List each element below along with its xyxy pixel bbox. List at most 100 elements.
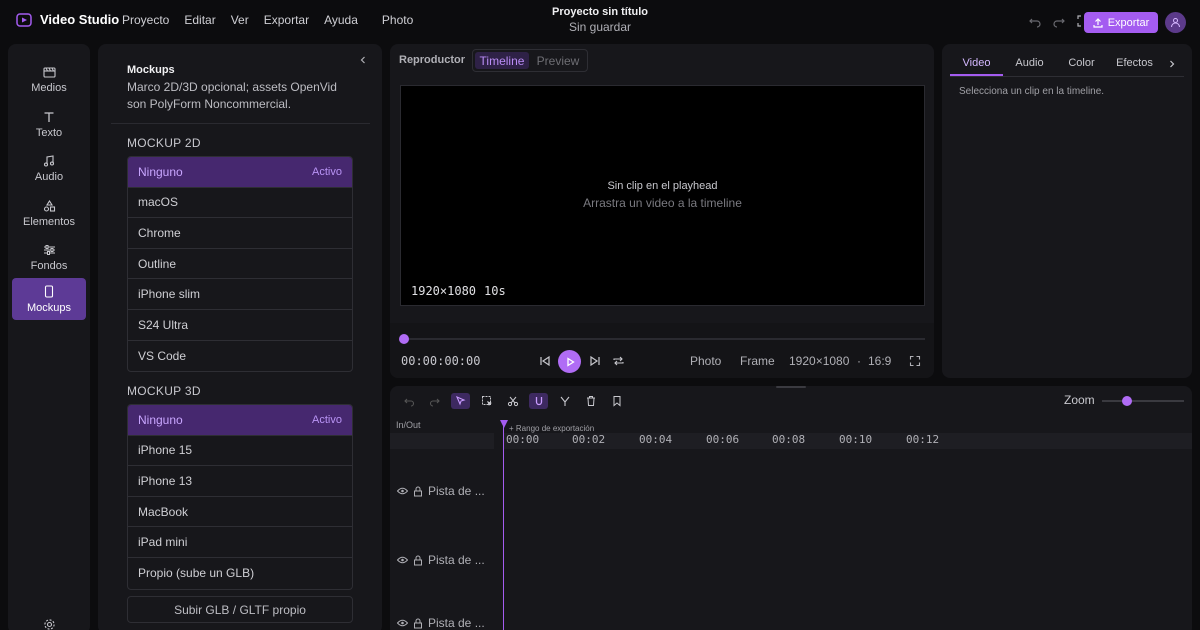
mockup-2d-option[interactable]: iPhone slim [128,279,352,310]
timeline-redo-icon[interactable] [425,393,444,409]
tab-efectos[interactable]: Efectos [1107,51,1162,76]
split-icon[interactable] [555,393,574,409]
separator-dot: · [857,354,861,368]
divider [111,123,370,124]
option-label: Ninguno [138,412,183,427]
play-button[interactable] [558,350,581,373]
scrubber-track[interactable] [404,338,925,340]
sliders-icon [43,244,56,256]
tab-video[interactable]: Video [950,51,1003,76]
photo-button[interactable]: Photo [690,354,721,368]
skip-back-icon[interactable] [539,355,551,367]
zoom-slider-handle[interactable] [1122,396,1132,406]
user-avatar[interactable] [1165,12,1186,33]
output-resolution[interactable]: 1920×1080 [789,354,849,368]
frame-button[interactable]: Frame [740,354,775,368]
mockup-3d-option[interactable]: iPhone 15 [128,436,352,467]
playhead-marker[interactable] [500,420,508,428]
upload-icon [1093,17,1103,28]
top-actions [1028,14,1090,28]
scrubber-handle[interactable] [399,334,409,344]
option-label: Outline [138,256,177,271]
menu-proyecto[interactable]: Proyecto [122,13,169,27]
option-label: iPhone slim [138,287,201,302]
loop-icon[interactable] [612,355,625,367]
mockup-2d-option[interactable]: VS Code [128,341,352,372]
undo-icon[interactable] [1028,14,1042,28]
project-title[interactable]: Proyecto sin título [500,6,700,18]
menu-ver[interactable]: Ver [231,13,249,27]
mockup-2d-option[interactable]: Outline [128,249,352,280]
bookmark-icon[interactable] [607,393,626,409]
lock-icon[interactable] [413,618,423,629]
settings-button[interactable] [12,612,86,630]
lock-icon[interactable] [413,555,423,566]
phone-icon [44,284,54,298]
track-name[interactable]: Pista de ... [428,484,485,498]
menu-editar[interactable]: Editar [184,13,215,27]
zoom-slider-track[interactable] [1102,400,1184,402]
video-canvas[interactable]: Sin clip en el playhead Arrastra un vide… [400,85,925,306]
sidebar-item-label: Texto [35,127,63,139]
ruler-tick: 00:04 [639,433,673,446]
mockup-2d-option[interactable]: Ninguno Activo [128,157,352,188]
menu-exportar[interactable]: Exportar [264,13,309,27]
mockup-2d-option[interactable]: macOS [128,188,352,219]
menu-bar: Proyecto Editar Ver Exportar Ayuda Photo [122,13,428,27]
mockup-3d-option[interactable]: iPad mini [128,527,352,558]
player-label: Reproductor [399,54,465,66]
empty-title: Sin clip en el playhead [607,180,718,192]
range-select-icon[interactable] [477,393,496,409]
tab-color[interactable]: Color [1056,51,1107,76]
eye-icon[interactable] [397,556,408,564]
sidebar-item-medios[interactable]: Medios [12,59,86,101]
menu-ayuda[interactable]: Ayuda [324,13,358,27]
export-label: Exportar [1107,16,1150,29]
export-range-label[interactable]: + Rango de exportación [509,424,594,433]
magnet-icon[interactable] [529,393,548,409]
sidebar-item-fondos[interactable]: Fondos [12,237,86,279]
redo-icon[interactable] [1052,14,1066,28]
playhead[interactable] [503,420,504,630]
sidebar-item-audio[interactable]: Audio [12,148,86,190]
mockup-3d-option[interactable]: iPhone 13 [128,466,352,497]
shapes-icon [43,200,56,212]
skip-forward-icon[interactable] [589,355,601,367]
mockup-2d-option[interactable]: Chrome [128,218,352,249]
active-badge: Activo [312,165,342,178]
lock-icon[interactable] [413,486,423,497]
scissors-icon[interactable] [503,393,522,409]
mockup-3d-option[interactable]: Propio (sube un GLB) [128,558,352,589]
collapse-panel-icon[interactable] [358,54,368,66]
export-button[interactable]: Exportar [1084,12,1158,33]
trash-icon[interactable] [581,393,600,409]
sidebar-item-mockups[interactable]: Mockups [12,278,86,320]
select-tool-icon[interactable] [451,393,470,409]
option-label: macOS [138,195,179,210]
tabs-scroll-right-icon[interactable] [1162,51,1182,76]
section-mockup-2d: MOCKUP 2D [127,136,201,150]
track-name[interactable]: Pista de ... [428,616,485,630]
active-badge: Activo [312,413,342,426]
option-label: VS Code [138,348,187,363]
resize-handle[interactable] [776,386,806,388]
tab-preview[interactable]: Preview [531,52,585,69]
eye-icon[interactable] [397,619,408,627]
sidebar-item-elementos[interactable]: Elementos [12,193,86,235]
aspect-ratio[interactable]: 16:9 [868,354,891,368]
text-icon [43,111,55,123]
sidebar-item-texto[interactable]: Texto [12,104,86,146]
fullscreen-player-icon[interactable] [909,355,921,367]
mockup-3d-option[interactable]: Ninguno Activo [128,405,352,436]
mockup-3d-list: Ninguno Activo iPhone 15 iPhone 13 MacBoo… [127,404,353,590]
upload-glb-button[interactable]: Subir GLB / GLTF propio [127,596,353,623]
tab-audio[interactable]: Audio [1003,51,1056,76]
menu-photo[interactable]: Photo [382,13,413,27]
tab-timeline[interactable]: Timeline [475,52,529,69]
timeline-undo-icon[interactable] [399,393,418,409]
mockup-2d-list: Ninguno Activo macOS Chrome Outline iPhon… [127,156,353,373]
track-name[interactable]: Pista de ... [428,553,485,567]
mockup-3d-option[interactable]: MacBook [128,497,352,528]
eye-icon[interactable] [397,487,408,495]
mockup-2d-option[interactable]: S24 Ultra [128,310,352,341]
